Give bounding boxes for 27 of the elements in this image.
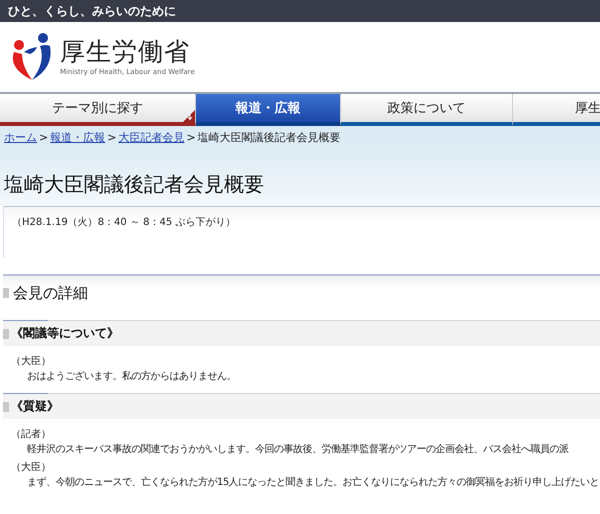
nav-tab[interactable]: 政策について — [341, 94, 513, 126]
breadcrumb-link[interactable]: 報道・広報 — [50, 130, 106, 144]
nav-tab[interactable]: 報道・広報 — [196, 94, 341, 126]
speaker-label: （記者） — [11, 428, 52, 441]
statement-text: まず、今朝のニュースで、亡くなられた方が15人になったと聞きました。お亡くなりになられた方々の御冥福をお祈り申し上げたいと — [27, 476, 600, 489]
speaker-label: （大臣） — [11, 355, 52, 368]
speaker-label: （大臣） — [11, 461, 52, 474]
nav-tab[interactable]: テーマ別に探す — [0, 94, 196, 126]
topic-heading: 《質疑》 — [11, 398, 59, 415]
breadcrumb-link[interactable]: ホーム — [4, 130, 37, 144]
bullet-icon — [3, 288, 9, 298]
site-tagline: ひと、くらし、みらいのために — [8, 2, 176, 20]
section-title: 会見の詳細 — [13, 284, 88, 302]
page-title: 塩崎大臣閣議後記者会見概要 — [4, 171, 264, 198]
meeting-date: （H28.1.19（火）8：40 ～ 8：45 ぶら下がり） — [12, 217, 236, 228]
breadcrumb-separator: > — [107, 130, 116, 144]
ministry-name: 厚生労働省 — [60, 38, 191, 64]
bullet-icon — [3, 328, 9, 338]
topic-heading: 《閣議等について》 — [11, 325, 119, 342]
breadcrumb-link[interactable]: 大臣記者会見 — [118, 130, 184, 144]
statement-text: 軽井沢のスキーバス事故の関連でおうかがいします。今回の事故後、労働基準監督署がツアーの企画会社、バス会社へ職員の派 — [27, 443, 570, 456]
breadcrumb-current: 塩崎大臣閣議後記者会見概要 — [198, 130, 341, 144]
bullet-icon — [3, 402, 9, 412]
statement-text: おはようございます。私の方からはありません。 — [27, 370, 237, 383]
breadcrumb-separator: > — [186, 130, 196, 144]
corner-arrow-icon — [183, 110, 195, 122]
breadcrumb-separator: > — [39, 130, 48, 144]
